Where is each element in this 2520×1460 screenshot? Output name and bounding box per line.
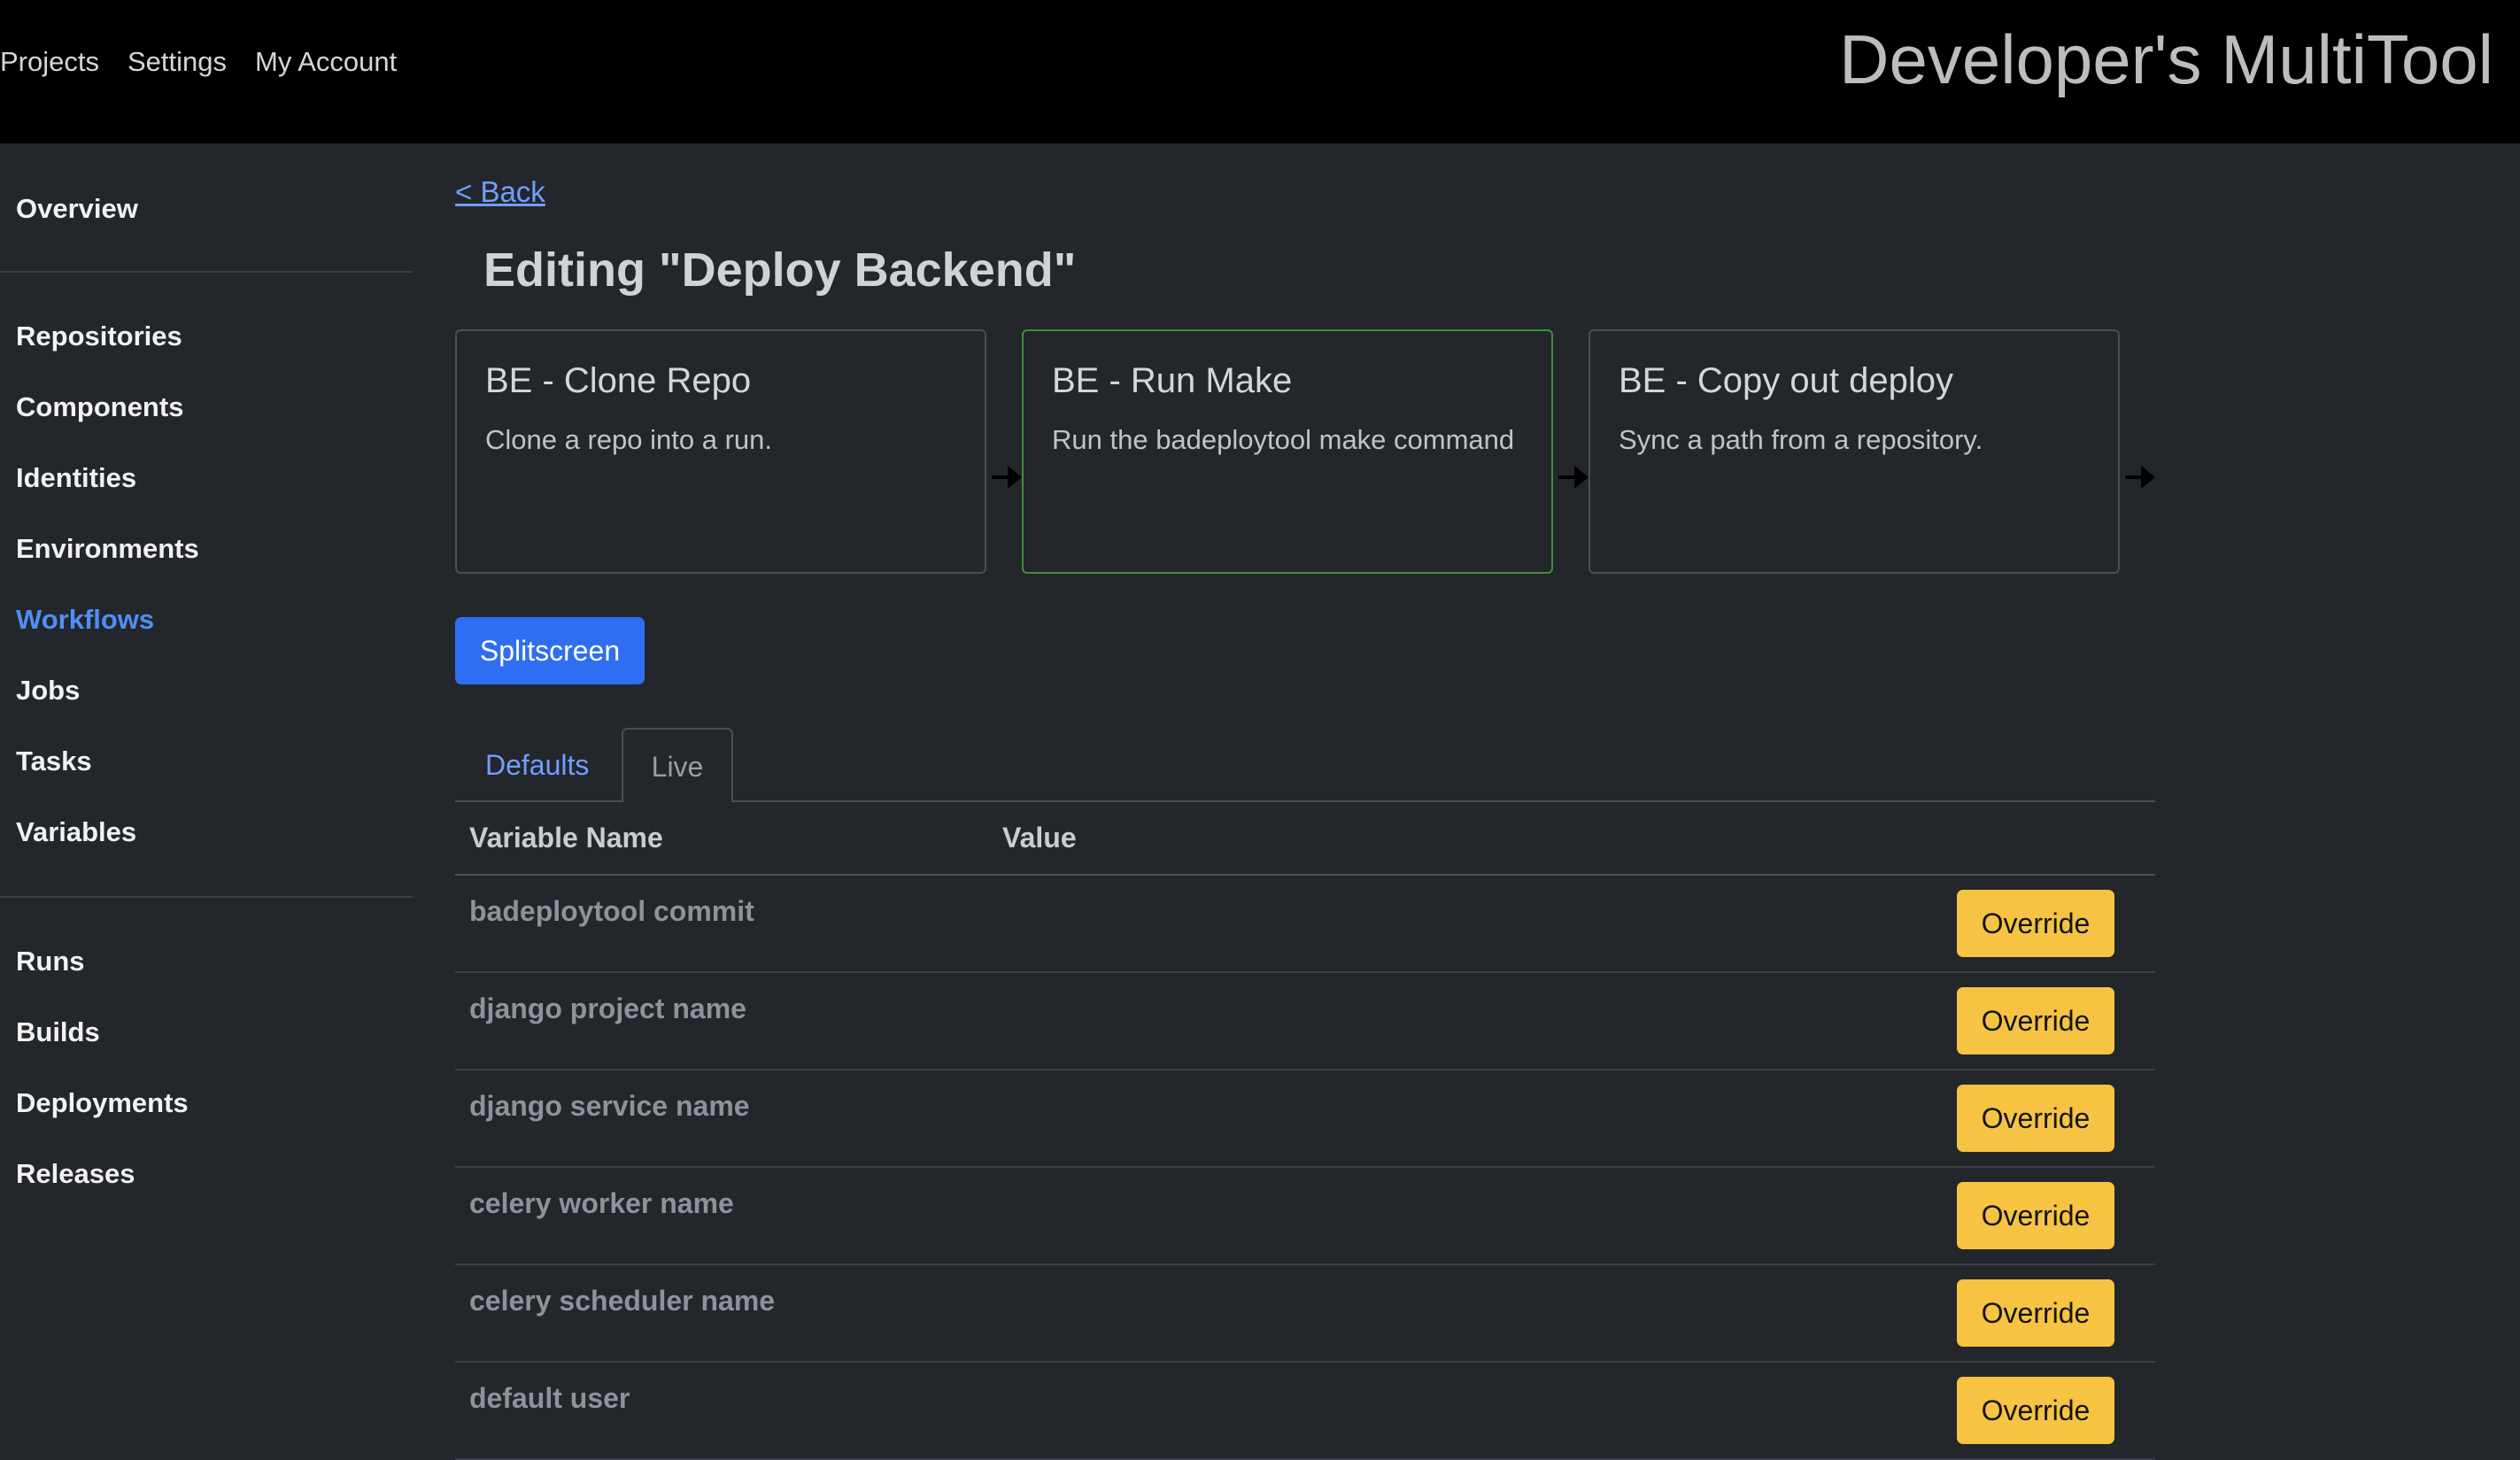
row-actions: Override <box>1347 1070 2155 1168</box>
variable-value <box>988 1264 1348 1363</box>
override-button[interactable]: Override <box>1957 890 2114 957</box>
main-content: < Back Editing "Deploy Backend" BE - Clo… <box>455 143 2164 1460</box>
row-actions: Override <box>1347 875 2155 973</box>
table-row: default user Override <box>455 1362 2155 1460</box>
sidebar-item-deployments[interactable]: Deployments <box>16 1087 189 1119</box>
table-row: badeploytool commit Override <box>455 875 2155 973</box>
variable-name: default user <box>455 1362 988 1460</box>
sidebar-divider <box>0 896 413 898</box>
sidebar-item-variables[interactable]: Variables <box>16 816 136 848</box>
nav-my-account[interactable]: My Account <box>255 46 397 78</box>
top-nav: Projects Settings My Account <box>0 46 397 78</box>
sidebar-item-tasks[interactable]: Tasks <box>16 745 92 777</box>
row-actions: Override <box>1347 972 2155 1070</box>
variable-name: django project name <box>455 972 988 1070</box>
table-row: django service name Override <box>455 1070 2155 1168</box>
arrow-right-icon <box>992 466 1022 489</box>
variable-name: badeploytool commit <box>455 875 988 973</box>
table-row: celery scheduler name Override <box>455 1264 2155 1363</box>
step-description: Clone a repo into a run. <box>485 424 772 455</box>
sidebar-item-builds[interactable]: Builds <box>16 1016 100 1048</box>
sidebar-item-identities[interactable]: Identities <box>16 462 136 494</box>
workflow-step-card[interactable]: BE - Clone Repo Clone a repo into a run. <box>455 329 986 574</box>
table-row: celery worker name Override <box>455 1167 2155 1265</box>
sidebar-divider <box>0 271 413 273</box>
step-title: BE - Copy out deploy <box>1619 361 1953 400</box>
back-link[interactable]: < Back <box>455 175 545 209</box>
sidebar-item-repositories[interactable]: Repositories <box>16 321 182 352</box>
column-header-actions <box>1347 802 2155 876</box>
sidebar: Overview Repositories Components Identit… <box>0 143 413 1418</box>
row-actions: Override <box>1347 1264 2155 1363</box>
tab-defaults[interactable]: Defaults <box>485 728 589 802</box>
sidebar-item-runs[interactable]: Runs <box>16 946 85 977</box>
table-header-row: Variable Name Value <box>455 802 2155 876</box>
step-description: Sync a path from a repository. <box>1619 424 1983 455</box>
variable-value <box>988 1070 1348 1168</box>
sidebar-item-releases[interactable]: Releases <box>16 1158 135 1190</box>
nav-settings[interactable]: Settings <box>128 46 227 78</box>
step-title: BE - Run Make <box>1052 361 1293 400</box>
nav-projects[interactable]: Projects <box>0 46 99 78</box>
app-title: Developer's MultiTool <box>1839 20 2493 98</box>
sidebar-item-jobs[interactable]: Jobs <box>16 675 80 707</box>
variable-value <box>988 1167 1348 1265</box>
override-button[interactable]: Override <box>1957 1279 2114 1347</box>
column-header-value: Value <box>988 802 1348 876</box>
column-header-variable-name: Variable Name <box>455 802 988 876</box>
tab-live[interactable]: Live <box>622 728 733 802</box>
splitscreen-button[interactable]: Splitscreen <box>455 617 645 684</box>
step-description: Run the badeploytool make command <box>1052 424 1515 455</box>
sidebar-item-components[interactable]: Components <box>16 391 183 423</box>
sidebar-item-environments[interactable]: Environments <box>16 533 199 565</box>
step-title: BE - Clone Repo <box>485 361 752 400</box>
row-actions: Override <box>1347 1167 2155 1265</box>
override-button[interactable]: Override <box>1957 987 2114 1054</box>
table-row: django project name Override <box>455 972 2155 1070</box>
variable-value <box>988 875 1348 973</box>
variable-value <box>988 972 1348 1070</box>
variable-name: celery scheduler name <box>455 1264 988 1363</box>
override-button[interactable]: Override <box>1957 1085 2114 1152</box>
row-actions: Override <box>1347 1362 2155 1460</box>
variable-value <box>988 1362 1348 1460</box>
variables-table: Variable Name Value badeploytool commit … <box>455 802 2155 1460</box>
workflow-step-card-selected[interactable]: BE - Run Make Run the badeploytool make … <box>1022 329 1553 574</box>
workflow-step-card[interactable]: BE - Copy out deploy Sync a path from a … <box>1589 329 2120 574</box>
variable-name: celery worker name <box>455 1167 988 1265</box>
arrow-right-icon <box>2125 466 2155 489</box>
override-button[interactable]: Override <box>1957 1377 2114 1444</box>
top-bar: Projects Settings My Account Developer's… <box>0 0 2520 143</box>
sidebar-item-overview[interactable]: Overview <box>16 193 138 225</box>
sidebar-item-workflows[interactable]: Workflows <box>16 604 154 636</box>
override-button[interactable]: Override <box>1957 1182 2114 1249</box>
variable-name: django service name <box>455 1070 988 1168</box>
arrow-right-icon <box>1558 466 1589 489</box>
page-title: Editing "Deploy Backend" <box>483 243 1077 297</box>
